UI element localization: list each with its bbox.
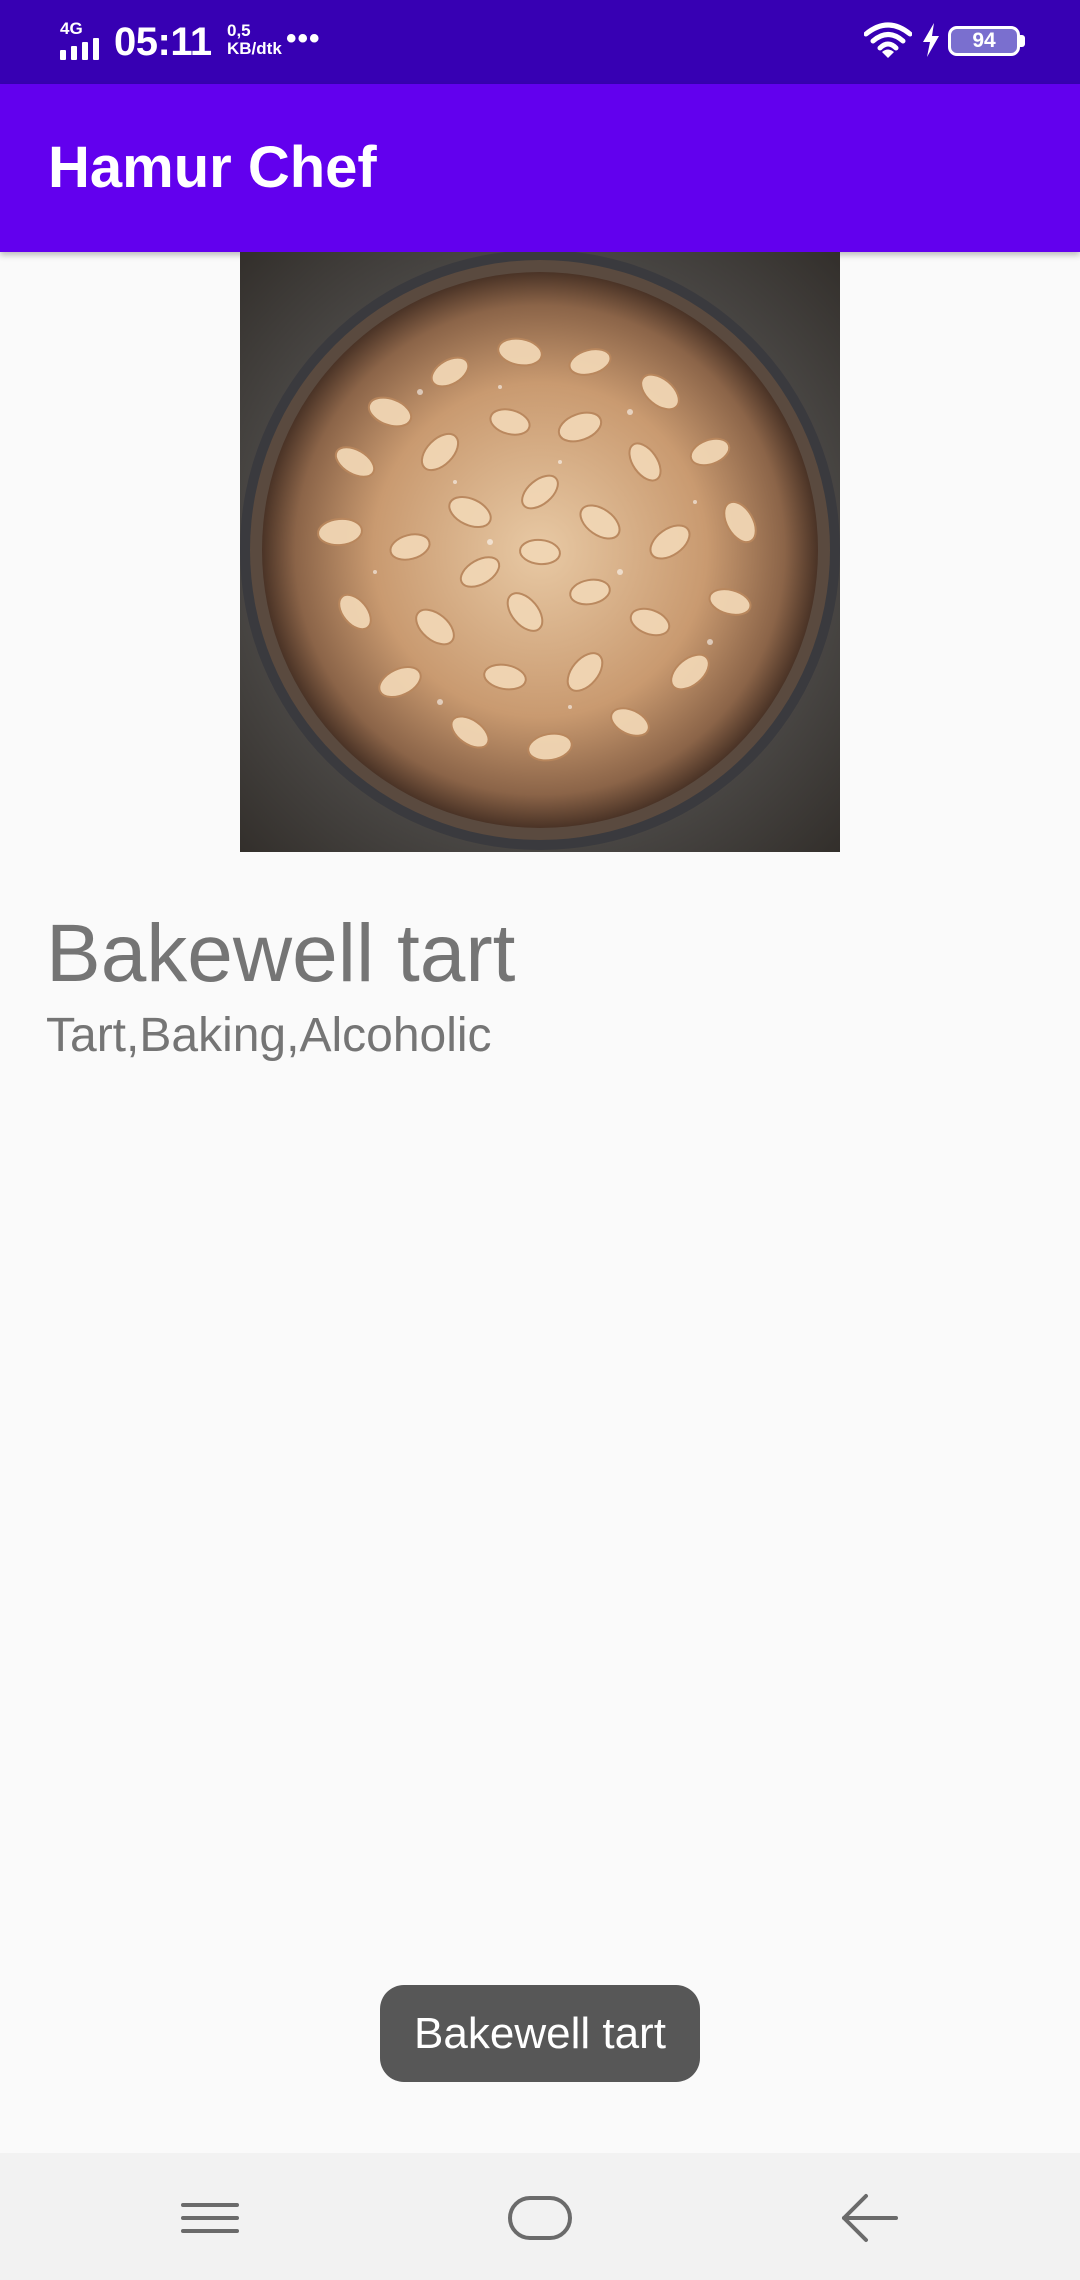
recipe-image	[240, 252, 840, 852]
network-speed-unit: KB/dtk	[227, 39, 282, 58]
network-type: 4G	[60, 19, 83, 38]
bakewell-tart-photo	[240, 252, 840, 852]
charging-icon	[923, 23, 939, 57]
wifi-icon	[864, 22, 912, 58]
menu-icon	[181, 2203, 239, 2233]
home-button[interactable]	[490, 2175, 590, 2259]
app-bar: Hamur Chef	[0, 84, 1080, 252]
network-speed: 0,5 KB/dtk	[227, 22, 282, 58]
battery-tip	[1020, 35, 1025, 47]
status-time: 05:11	[114, 20, 212, 64]
toast-message: Bakewell tart	[380, 1985, 700, 2082]
status-bar: 4G 05:11 0,5 KB/dtk ••• 94	[0, 0, 1080, 84]
recent-apps-button[interactable]	[160, 2175, 260, 2259]
back-button[interactable]	[820, 2175, 920, 2259]
screen: 4G 05:11 0,5 KB/dtk ••• 94 Hamur Chef Ba…	[0, 0, 1080, 2280]
navigation-bar	[0, 2153, 1080, 2280]
signal-icon: 4G	[58, 18, 108, 62]
network-speed-value: 0,5	[227, 21, 251, 40]
more-notifications-icon: •••	[286, 22, 321, 55]
home-icon	[508, 2196, 572, 2240]
recipe-tags: Tart,Baking,Alcoholic	[46, 1009, 492, 1062]
back-icon	[842, 2194, 898, 2242]
app-title: Hamur Chef	[48, 135, 377, 200]
battery-level: 94	[972, 29, 996, 52]
recipe-name: Bakewell tart	[46, 908, 516, 999]
